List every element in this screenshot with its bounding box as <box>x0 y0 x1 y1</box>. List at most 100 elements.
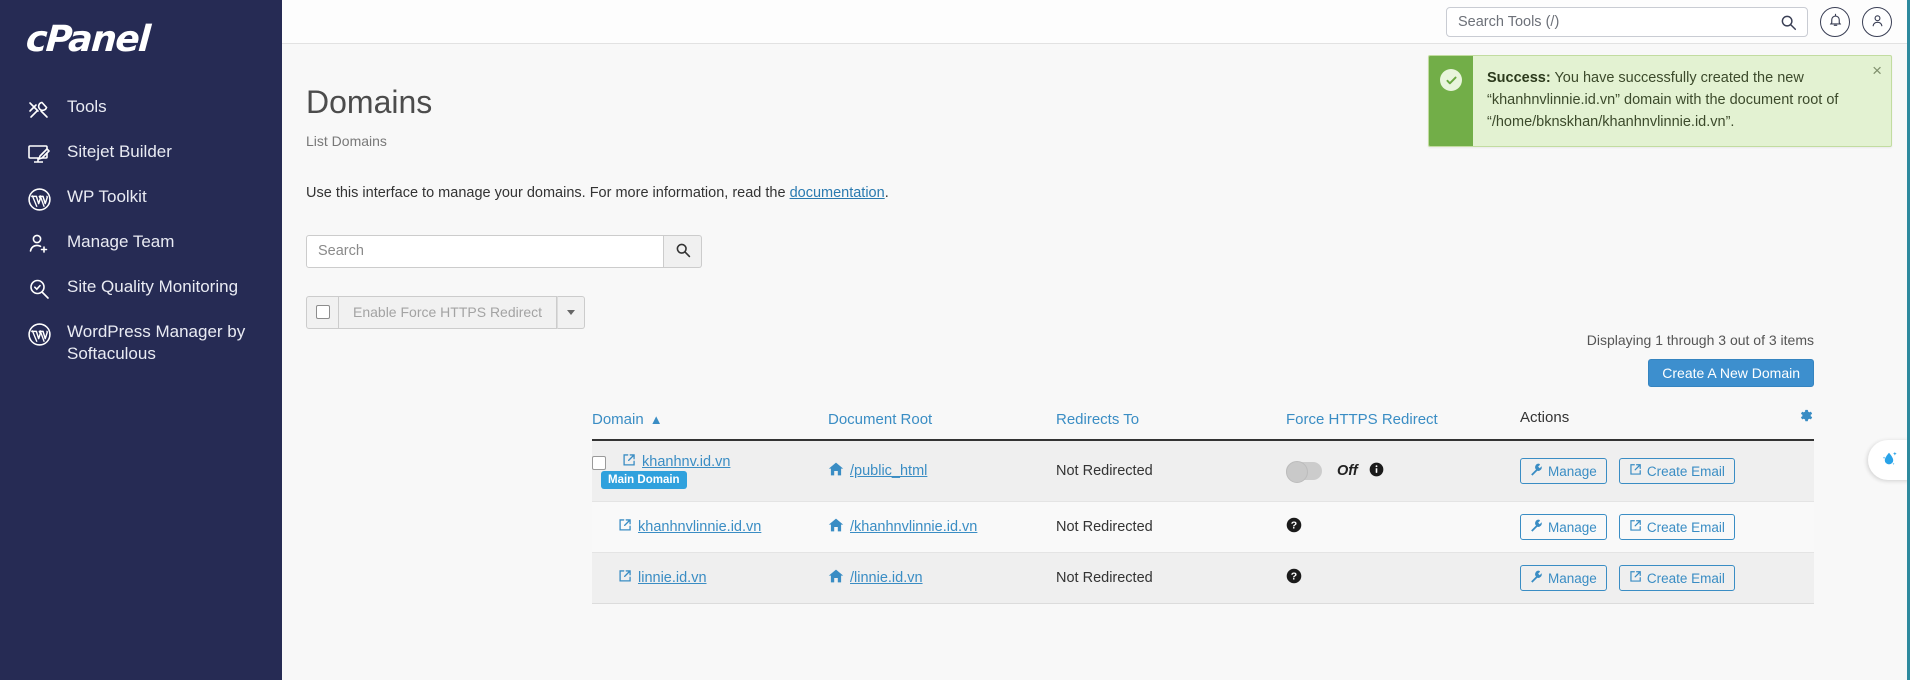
manage-button[interactable]: Manage <box>1520 458 1607 484</box>
cell-redirects-to: Not Redirected <box>1056 552 1286 604</box>
cell-actions: Manage Create Email <box>1520 440 1814 502</box>
sidebar-item-sitejet-builder[interactable]: Sitejet Builder <box>0 131 282 176</box>
column-header-domain[interactable]: Domain ▲ <box>592 407 828 441</box>
create-email-button[interactable]: Create Email <box>1618 458 1735 484</box>
manage-button[interactable]: Manage <box>1520 514 1607 540</box>
row-checkbox[interactable] <box>592 456 606 471</box>
table-row: khanhnvlinnie.id.vn /khanhnvlinnie.id.vn <box>592 501 1814 553</box>
document-root-link[interactable]: /public_html <box>828 461 927 481</box>
tool-search-box[interactable] <box>1446 6 1808 37</box>
magnifier-check-icon <box>26 276 52 302</box>
column-header-actions: Actions <box>1520 407 1814 441</box>
close-icon[interactable]: × <box>1872 62 1882 79</box>
home-icon <box>828 568 844 588</box>
tool-search-input[interactable] <box>1447 7 1807 36</box>
documentation-link[interactable]: documentation <box>790 185 885 201</box>
domains-table-wrapper: Domain ▲ Document Root Redirects To Force… <box>592 407 1814 604</box>
button-label: Create Email <box>1646 519 1725 535</box>
home-icon <box>828 461 844 481</box>
monitor-pen-icon <box>26 141 52 167</box>
document-root-path: /linnie.id.vn <box>850 570 923 586</box>
question-circle-icon[interactable]: ? <box>1286 517 1302 537</box>
wordpress-icon <box>26 321 52 347</box>
document-root-link[interactable]: /linnie.id.vn <box>828 568 923 588</box>
external-link-icon <box>1629 519 1642 535</box>
bulk-action-button[interactable]: Enable Force HTTPS Redirect <box>339 295 558 329</box>
gear-icon[interactable] <box>1797 407 1814 428</box>
external-link-icon <box>1629 463 1642 479</box>
domain-link[interactable]: khanhnvlinnie.id.vn <box>618 518 761 536</box>
create-new-domain-button[interactable]: Create A New Domain <box>1648 359 1814 387</box>
intro-text-after: . <box>884 184 889 201</box>
sidebar-item-wordpress-manager[interactable]: WordPress Manager by Softaculous <box>0 311 282 374</box>
sidebar-item-label: Tools <box>67 97 107 116</box>
manage-button[interactable]: Manage <box>1520 565 1607 591</box>
intro-text-before: Use this interface to manage your domain… <box>306 184 790 201</box>
column-label: Document Root <box>828 411 933 428</box>
column-label: Actions <box>1520 409 1570 426</box>
account-button[interactable] <box>1862 6 1892 37</box>
sidebar-item-label: WP Toolkit <box>67 187 147 206</box>
main-domain-badge: Main Domain <box>601 471 687 489</box>
sidebar-item-label: Manage Team <box>67 232 175 251</box>
search-button[interactable] <box>664 234 702 268</box>
document-root-path: /public_html <box>850 463 928 479</box>
external-link-icon <box>618 518 632 536</box>
domains-table-body: khanhnv.id.vn Main Domain /public_html N… <box>592 440 1814 604</box>
force-https-toggle[interactable] <box>1286 461 1322 483</box>
select-all-checkbox[interactable] <box>306 295 339 329</box>
button-label: Create Email <box>1646 463 1725 479</box>
notifications-button[interactable] <box>1820 6 1850 37</box>
cell-actions: Manage Create Email <box>1520 501 1814 553</box>
question-circle-icon[interactable]: ? <box>1286 568 1302 588</box>
column-label: Redirects To <box>1056 411 1140 428</box>
domain-link[interactable]: linnie.id.vn <box>618 569 707 587</box>
domain-search-row <box>306 234 1910 268</box>
sidebar-item-label: WordPress Manager by Softaculous <box>67 322 246 363</box>
create-email-button[interactable]: Create Email <box>1618 514 1735 540</box>
user-plus-icon <box>26 231 52 257</box>
svg-text:?: ? <box>1291 520 1297 532</box>
cell-document-root: /linnie.id.vn <box>828 552 1056 604</box>
external-link-icon <box>622 453 636 471</box>
sidebar-item-site-quality-monitoring[interactable]: Site Quality Monitoring <box>0 266 282 311</box>
domain-link[interactable]: khanhnv.id.vn <box>622 453 730 471</box>
cell-force-https-redirect: Off <box>1286 440 1520 502</box>
cell-domain: linnie.id.vn <box>592 552 828 604</box>
button-label: Manage <box>1548 463 1597 479</box>
item-count-text: Displaying 1 through 3 out of 3 items <box>1586 332 1814 348</box>
alert-title: Success: <box>1487 70 1551 86</box>
bulk-action-dropdown-button[interactable] <box>557 295 586 329</box>
create-email-button[interactable]: Create Email <box>1618 565 1735 591</box>
intro-text: Use this interface to manage your domain… <box>306 185 1910 201</box>
button-label: Manage <box>1548 570 1597 586</box>
external-link-icon <box>618 569 632 587</box>
sidebar-item-label: Site Quality Monitoring <box>67 277 239 296</box>
sidebar-item-manage-team[interactable]: Manage Team <box>0 221 282 266</box>
sidebar-item-wp-toolkit[interactable]: WP Toolkit <box>0 176 282 221</box>
cell-redirects-to: Not Redirected <box>1056 501 1286 553</box>
bulk-action-toolbar: Enable Force HTTPS Redirect <box>306 295 1910 329</box>
column-label: Force HTTPS Redirect <box>1286 411 1438 428</box>
document-root-path: /khanhnvlinnie.id.vn <box>850 519 978 535</box>
document-root-link[interactable]: /khanhnvlinnie.id.vn <box>828 517 977 537</box>
column-header-force-https-redirect[interactable]: Force HTTPS Redirect <box>1286 407 1520 441</box>
cell-domain: khanhnv.id.vn Main Domain <box>592 440 828 502</box>
cpanel-logo[interactable]: cPanel <box>0 0 282 86</box>
button-label: Manage <box>1548 519 1597 535</box>
tools-icon <box>26 96 52 122</box>
wordpress-icon <box>26 186 52 212</box>
home-icon <box>828 517 844 537</box>
checkbox-box <box>315 305 330 320</box>
cell-redirects-to: Not Redirected <box>1056 440 1286 502</box>
info-icon[interactable] <box>1369 462 1384 481</box>
alert-accent-bar <box>1429 56 1473 147</box>
sidebar-item-tools[interactable]: Tools <box>0 86 282 131</box>
column-header-redirects-to[interactable]: Redirects To <box>1056 407 1286 441</box>
assistant-widget-button[interactable] <box>1868 440 1910 480</box>
wrench-icon <box>1530 463 1543 479</box>
search-input[interactable] <box>306 234 664 268</box>
force-https-state-label: Off <box>1337 463 1358 479</box>
column-header-document-root[interactable]: Document Root <box>828 407 1056 441</box>
wrench-icon <box>1530 519 1543 535</box>
